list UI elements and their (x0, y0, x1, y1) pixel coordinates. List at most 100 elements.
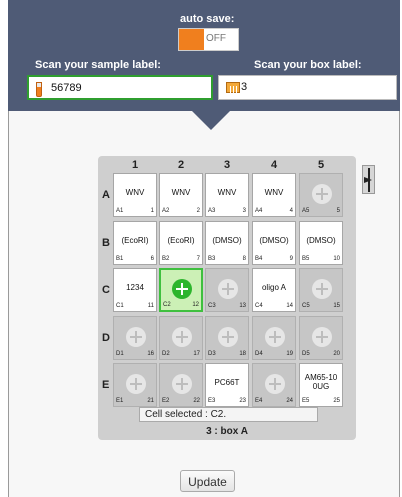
cell-position: D4 (255, 351, 263, 357)
box-cell[interactable]: E1 21 (113, 363, 157, 407)
box-cell[interactable]: (DMSO) B5 10 (299, 221, 343, 265)
box-cell[interactable]: 1234 C1 11 (113, 268, 157, 312)
box-cell[interactable]: A5 5 (299, 173, 343, 217)
cell-position: E5 (302, 398, 310, 404)
cell-number: 6 (150, 256, 154, 262)
row-header: E (102, 379, 110, 391)
cell-sample-name: (DMSO) (212, 236, 242, 245)
cell-position: A3 (208, 208, 216, 214)
box-label: Scan your box label: (254, 59, 362, 71)
add-icon (172, 327, 192, 347)
cell-sample-name: WNV (217, 188, 237, 197)
box-cell[interactable]: C5 15 (299, 268, 343, 312)
box-cell[interactable]: D5 20 (299, 316, 343, 360)
cell-sample-name: (DMSO) (259, 236, 289, 245)
cell-position: D2 (162, 351, 170, 357)
cell-position: D3 (208, 351, 216, 357)
cell-position: B1 (116, 256, 124, 262)
add-icon (312, 279, 332, 299)
row-header: D (102, 332, 110, 344)
box-cell[interactable]: PC66T E3 23 (205, 363, 249, 407)
cell-number: 22 (193, 398, 200, 404)
cell-sample-name: WNV (264, 188, 284, 197)
cell-number: 18 (239, 351, 246, 357)
cell-number: 5 (336, 208, 340, 214)
cell-number: 23 (239, 398, 246, 404)
cell-number: 14 (286, 303, 293, 309)
cell-number: 12 (192, 302, 199, 308)
tube-icon (36, 82, 42, 97)
add-icon (312, 327, 332, 347)
box-icon (226, 82, 240, 93)
cell-position: B3 (208, 256, 216, 262)
add-icon (312, 184, 332, 204)
column-header: 2 (177, 159, 185, 171)
cell-number: 11 (147, 303, 154, 309)
box-value: 3 (241, 81, 248, 93)
cell-sample-name: PC66T (214, 378, 240, 387)
autosave-toggle[interactable]: OFF (178, 28, 239, 51)
cell-sample-name: (DMSO) (306, 236, 336, 245)
box-cell[interactable]: WNV A1 1 (113, 173, 157, 217)
row-header: C (102, 284, 110, 296)
add-icon (265, 374, 285, 394)
cell-position: E1 (116, 398, 124, 404)
box-cell[interactable]: E4 24 (252, 363, 296, 407)
box-cell[interactable]: (EcoRI) B1 6 (113, 221, 157, 265)
box-cell[interactable]: oligo A C4 14 (252, 268, 296, 312)
cell-sample-name: oligo A (261, 283, 287, 292)
cell-position: C2 (163, 302, 171, 308)
box-cell[interactable]: D1 16 (113, 316, 157, 360)
box-cell[interactable]: WNV A3 3 (205, 173, 249, 217)
cell-number: 8 (242, 256, 246, 262)
cell-position: A2 (162, 208, 170, 214)
autosave-label: auto save: (180, 13, 235, 25)
add-icon (218, 279, 238, 299)
box-cell[interactable]: (DMSO) B4 9 (252, 221, 296, 265)
header-caret (191, 110, 231, 130)
cell-sample-name: WNV (171, 188, 191, 197)
cell-sample-name: 1234 (126, 283, 144, 292)
cell-number: 20 (333, 351, 340, 357)
cell-number: 19 (286, 351, 293, 357)
toggle-knob (179, 29, 204, 50)
cell-position: C4 (255, 303, 263, 309)
cell-selected-text: Cell selected : C2. (139, 407, 318, 422)
box-cell[interactable]: E2 22 (159, 363, 203, 407)
update-button[interactable]: Update (180, 470, 235, 492)
box-cell[interactable]: AM65-10 0UG E5 25 (299, 363, 343, 407)
column-header: 4 (270, 159, 278, 171)
cell-position: C3 (208, 303, 216, 309)
cell-sample-name: (EcoRI) (167, 236, 195, 245)
box-cell[interactable]: (EcoRI) B2 7 (159, 221, 203, 265)
cell-position: A4 (255, 208, 263, 214)
box-cell[interactable]: D2 17 (159, 316, 203, 360)
cell-position: B5 (302, 256, 310, 262)
row-header: A (102, 189, 110, 201)
box-input[interactable]: 3 (218, 75, 397, 100)
cell-sample-name: WNV (125, 188, 145, 197)
box-cell[interactable]: C3 13 (205, 268, 249, 312)
box-cell[interactable]: D3 18 (205, 316, 249, 360)
box-cell[interactable]: WNV A2 2 (159, 173, 203, 217)
box-cell[interactable]: C2 12 (159, 268, 203, 312)
cell-position: C5 (302, 303, 310, 309)
cell-position: A5 (302, 208, 310, 214)
box-cell[interactable]: WNV A4 4 (252, 173, 296, 217)
cell-number: 21 (147, 398, 154, 404)
box-cell[interactable]: (DMSO) B3 8 (205, 221, 249, 265)
cell-position: E3 (208, 398, 216, 404)
cell-position: E4 (255, 398, 263, 404)
column-header: 3 (223, 159, 231, 171)
box-name: 3 : box A (206, 426, 248, 437)
cell-number: 2 (196, 208, 200, 214)
box-cell[interactable]: D4 19 (252, 316, 296, 360)
grid-resize-handle[interactable] (362, 165, 375, 194)
cell-number: 24 (286, 398, 293, 404)
cell-position: B4 (255, 256, 263, 262)
cell-number: 17 (193, 351, 200, 357)
cell-position: D1 (116, 351, 124, 357)
cell-number: 9 (289, 256, 293, 262)
sample-label: Scan your sample label: (35, 59, 161, 71)
sample-input[interactable]: 56789 (27, 75, 213, 100)
